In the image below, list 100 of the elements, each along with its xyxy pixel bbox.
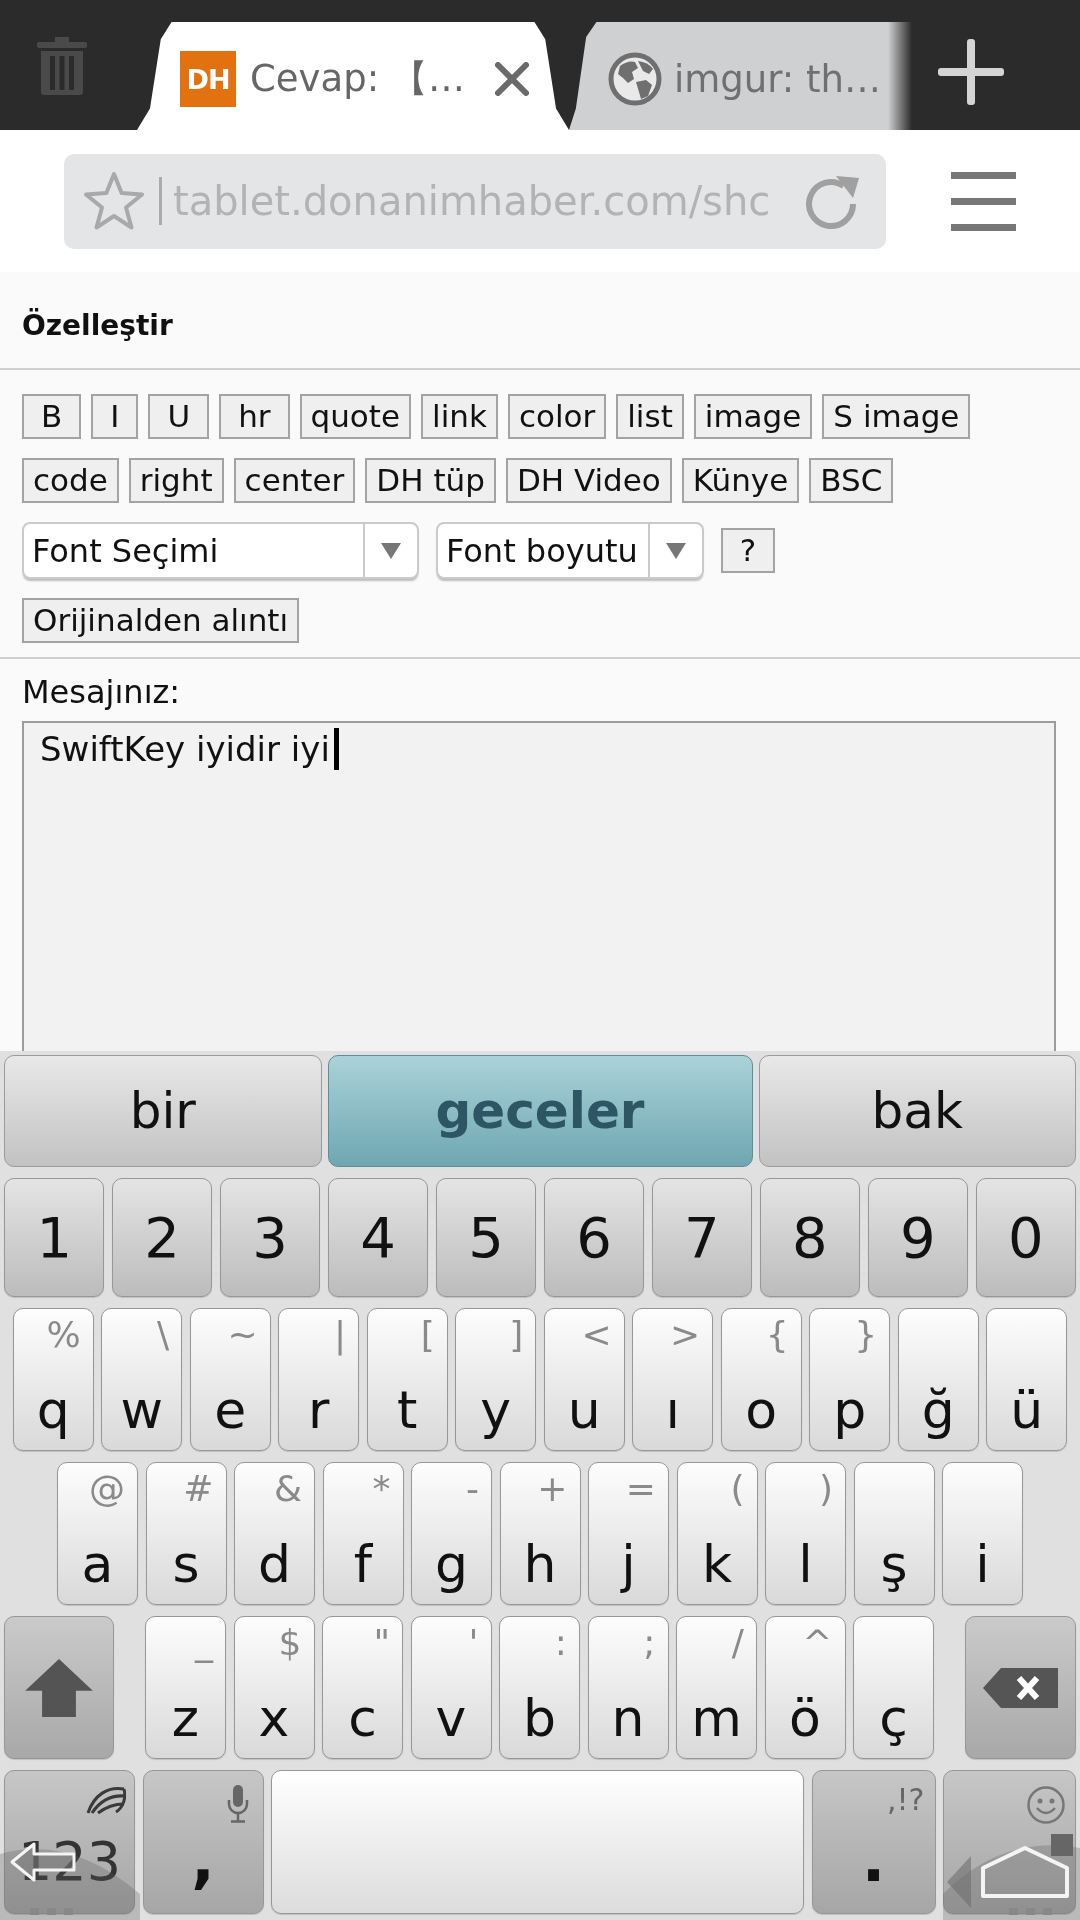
format-button[interactable]: I bbox=[91, 394, 139, 439]
format-button[interactable]: link bbox=[421, 394, 498, 439]
letter-key[interactable]: ç bbox=[853, 1616, 934, 1759]
letter-key[interactable]: ş bbox=[853, 1462, 935, 1605]
symbol-hint: } bbox=[854, 1317, 878, 1353]
digit-key[interactable]: 5 bbox=[435, 1178, 537, 1297]
letter-key[interactable]: w \ bbox=[101, 1308, 183, 1451]
letter-key[interactable]: z _ bbox=[145, 1616, 226, 1759]
letter-key[interactable]: q % bbox=[12, 1308, 94, 1451]
message-field[interactable]: SwiftKey iyidir iyi bbox=[22, 721, 1056, 1051]
digit-key[interactable]: 2 bbox=[111, 1178, 213, 1297]
format-button[interactable]: Künye bbox=[681, 458, 800, 503]
browser-tab[interactable]: DH Cevap: 【… bbox=[137, 22, 569, 130]
symbol-hint: & bbox=[273, 1471, 302, 1507]
letter-key[interactable]: m / bbox=[676, 1616, 757, 1759]
letter-key[interactable]: c " bbox=[322, 1616, 403, 1759]
symbol-hint: $ bbox=[278, 1625, 302, 1661]
symbol-hint: { bbox=[765, 1317, 789, 1353]
symbol-hint: + bbox=[537, 1471, 568, 1507]
letter-key[interactable]: l ) bbox=[765, 1462, 846, 1605]
symbol-hint: = bbox=[625, 1471, 656, 1507]
symbol-hint: < bbox=[581, 1317, 612, 1353]
letter-key[interactable]: p } bbox=[809, 1308, 891, 1451]
letter-key[interactable]: ı > bbox=[632, 1308, 714, 1451]
letter-key[interactable]: b : bbox=[499, 1616, 580, 1759]
symbol-hint: ^ bbox=[802, 1625, 833, 1661]
star-icon[interactable] bbox=[83, 170, 145, 232]
symbol-hint: ,!? bbox=[887, 1785, 925, 1815]
format-button[interactable]: BSC bbox=[809, 458, 894, 503]
format-button[interactable]: code bbox=[22, 458, 119, 503]
letter-key[interactable]: h + bbox=[499, 1462, 581, 1605]
letter-key[interactable]: u < bbox=[543, 1308, 625, 1451]
letter-key[interactable]: a @ bbox=[57, 1462, 138, 1605]
digit-key[interactable]: 3 bbox=[219, 1178, 321, 1297]
letter-key[interactable]: r | bbox=[278, 1308, 360, 1451]
letter-key[interactable]: e ~ bbox=[189, 1308, 271, 1451]
format-button[interactable]: hr bbox=[219, 394, 290, 439]
period-key[interactable]: . ,!? bbox=[811, 1770, 936, 1914]
format-button[interactable]: right bbox=[128, 458, 224, 503]
close-icon[interactable] bbox=[495, 62, 529, 96]
new-tab-icon[interactable] bbox=[938, 39, 1004, 105]
letter-key[interactable]: v ' bbox=[410, 1616, 492, 1759]
symbol-hint: ] bbox=[509, 1317, 524, 1353]
dropdown-select[interactable]: Font Seçimi bbox=[22, 522, 419, 579]
suggestion-key[interactable]: bak bbox=[758, 1055, 1076, 1167]
format-button[interactable]: list bbox=[616, 394, 684, 439]
symbol-hint: ( bbox=[730, 1471, 745, 1507]
letter-key[interactable]: ü bbox=[986, 1308, 1068, 1451]
digit-key[interactable]: 1 bbox=[4, 1178, 105, 1297]
format-button[interactable]: center bbox=[233, 458, 356, 503]
symbol-hint: * bbox=[372, 1471, 391, 1507]
symbol-hint: - bbox=[466, 1471, 479, 1507]
digit-key[interactable]: 7 bbox=[651, 1178, 753, 1297]
letter-key[interactable]: ö ^ bbox=[764, 1616, 846, 1759]
symbol-hint: ; bbox=[643, 1625, 656, 1661]
letter-key[interactable]: o { bbox=[720, 1308, 802, 1451]
digit-key[interactable]: 6 bbox=[543, 1178, 645, 1297]
digit-key[interactable]: 9 bbox=[867, 1178, 969, 1297]
home-icon[interactable] bbox=[943, 1834, 1080, 1920]
format-button[interactable]: DH tüp bbox=[365, 458, 496, 503]
smiley-icon bbox=[1026, 1785, 1066, 1825]
letter-key[interactable]: i bbox=[942, 1462, 1023, 1605]
letter-key[interactable]: x $ bbox=[233, 1616, 315, 1759]
letter-key[interactable]: j = bbox=[588, 1462, 669, 1605]
letter-key[interactable]: k ( bbox=[676, 1462, 758, 1605]
microphone-icon bbox=[226, 1785, 249, 1823]
letter-key[interactable]: f * bbox=[322, 1462, 404, 1605]
digit-key[interactable]: 4 bbox=[327, 1178, 429, 1297]
shift-key[interactable] bbox=[4, 1616, 114, 1759]
format-button[interactable]: ? bbox=[720, 528, 776, 573]
letter-key[interactable]: t [ bbox=[366, 1308, 448, 1451]
letter-key[interactable]: g - bbox=[411, 1462, 492, 1605]
letter-key[interactable]: s # bbox=[145, 1462, 227, 1605]
menu-icon[interactable] bbox=[951, 171, 1016, 231]
format-button[interactable]: color bbox=[507, 394, 607, 439]
backspace-icon bbox=[982, 1666, 1059, 1709]
format-button[interactable]: S image bbox=[822, 394, 971, 439]
format-button[interactable]: U bbox=[148, 394, 210, 439]
digit-key[interactable]: 8 bbox=[759, 1178, 861, 1297]
symbol-hint: @ bbox=[89, 1471, 125, 1507]
backspace-key[interactable] bbox=[965, 1616, 1076, 1759]
format-button[interactable]: image bbox=[693, 394, 813, 439]
letter-key[interactable]: d & bbox=[234, 1462, 315, 1605]
format-button[interactable]: Orijinalden alıntı bbox=[22, 598, 300, 643]
suggestion-key[interactable]: bir bbox=[4, 1055, 322, 1167]
field-label: Mesajınız: bbox=[22, 673, 181, 711]
comma-key[interactable]: , bbox=[142, 1770, 264, 1914]
format-button[interactable]: DH Video bbox=[505, 458, 672, 503]
letter-key[interactable]: n ; bbox=[587, 1616, 669, 1759]
section-heading: Özelleştir bbox=[22, 309, 173, 342]
format-button[interactable]: quote bbox=[299, 394, 412, 439]
letter-key[interactable]: ğ bbox=[897, 1308, 979, 1451]
digit-key[interactable]: 0 bbox=[975, 1178, 1076, 1297]
dropdown-select[interactable]: Font boyutu bbox=[436, 522, 704, 579]
symbol-hint: _ bbox=[195, 1625, 213, 1661]
caret-icon bbox=[665, 542, 686, 559]
emoji-key[interactable] bbox=[943, 1770, 1076, 1914]
format-button[interactable]: B bbox=[22, 394, 82, 439]
letter-key[interactable]: y ] bbox=[455, 1308, 537, 1451]
suggestion-key[interactable]: geceler bbox=[327, 1055, 753, 1167]
